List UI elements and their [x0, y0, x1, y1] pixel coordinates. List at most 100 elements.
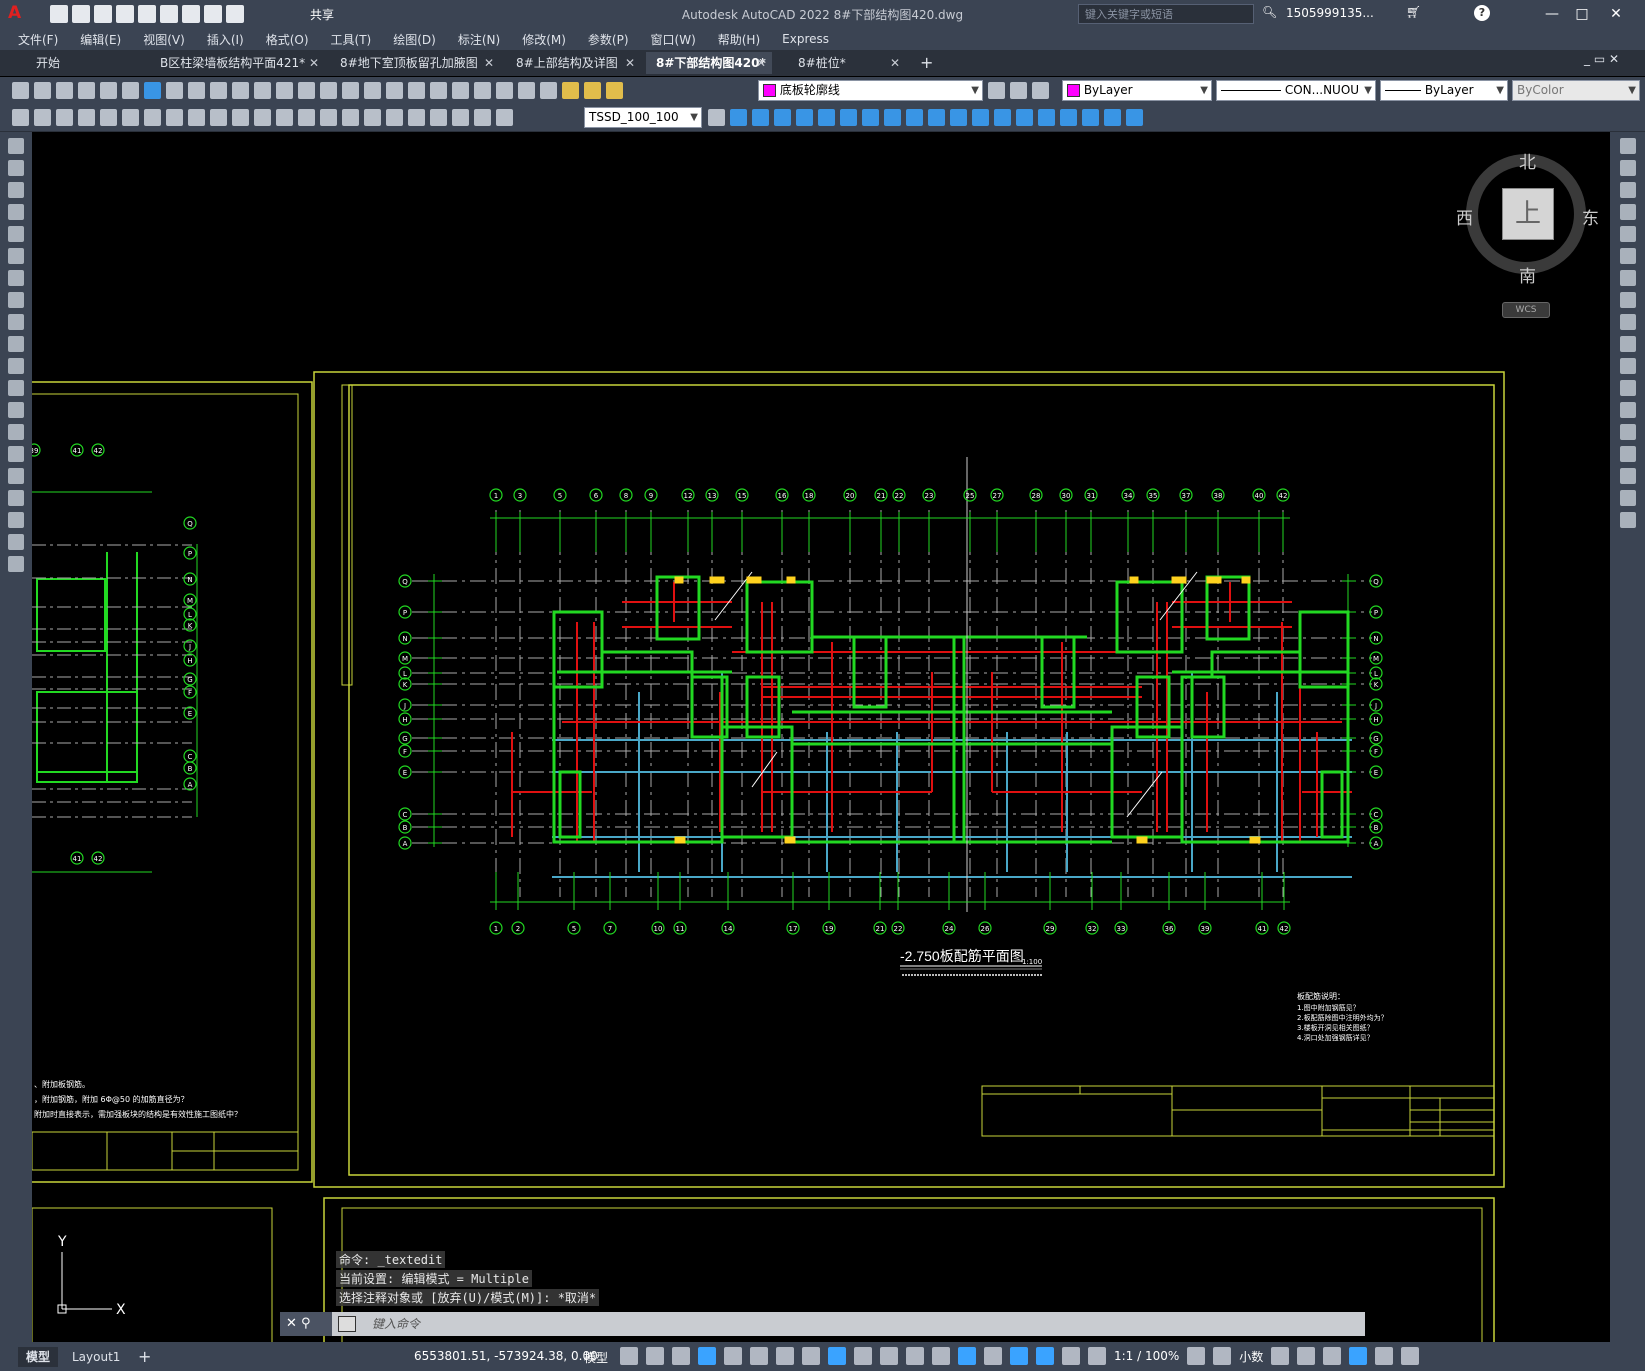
tssd-icon[interactable]: [56, 109, 73, 126]
customization-icon[interactable]: [1401, 1347, 1420, 1365]
match-properties-icon[interactable]: [232, 82, 249, 99]
layer-states-icon[interactable]: [1032, 82, 1049, 99]
workspace-gear-icon[interactable]: [1187, 1347, 1206, 1365]
undo-icon[interactable]: [204, 5, 222, 23]
clean-screen-icon[interactable]: [1375, 1347, 1394, 1365]
sun-icon[interactable]: [584, 82, 601, 99]
tab-basement-roof[interactable]: 8#地下室顶板留孔加腋图 ✕: [330, 52, 500, 74]
explode-icon[interactable]: [1060, 109, 1077, 126]
markup-icon[interactable]: [474, 82, 491, 99]
color-dropdown[interactable]: ByLayer ▼: [1062, 80, 1212, 101]
move-icon[interactable]: [840, 109, 857, 126]
revcloud-icon[interactable]: [8, 292, 24, 308]
hatch-icon[interactable]: [8, 446, 24, 462]
line-icon[interactable]: [8, 138, 24, 154]
menu-file[interactable]: 文件(F): [18, 31, 58, 48]
minimize-icon[interactable]: —: [1540, 4, 1564, 24]
tab-pile-position[interactable]: 8#桩位* ✕: [788, 52, 906, 74]
close-tab-icon[interactable]: ✕: [890, 52, 900, 74]
dim-style-icon[interactable]: [708, 109, 725, 126]
tssd-icon[interactable]: [12, 109, 29, 126]
angular-dim-icon[interactable]: [232, 109, 249, 126]
layer-previous-icon[interactable]: [1010, 82, 1027, 99]
calculator-icon[interactable]: [496, 82, 513, 99]
layer-dropdown[interactable]: 底板轮廓线 ▼: [758, 80, 983, 101]
tab-model[interactable]: 模型: [18, 1347, 59, 1367]
save-icon[interactable]: [56, 82, 73, 99]
redo-icon[interactable]: [226, 5, 244, 23]
chamfer-icon[interactable]: [1016, 109, 1033, 126]
user-account[interactable]: 1505999135...: [1286, 6, 1374, 20]
array-icon[interactable]: [818, 109, 835, 126]
make-current-icon[interactable]: [988, 82, 1005, 99]
annotation-monitor-icon[interactable]: [1213, 1347, 1232, 1365]
menu-edit[interactable]: 编辑(E): [80, 31, 121, 48]
infer-constraints-icon[interactable]: [672, 1347, 690, 1365]
gizmo-icon[interactable]: [1010, 1347, 1028, 1365]
tab-layout1[interactable]: Layout1: [64, 1347, 128, 1367]
scale-icon[interactable]: [884, 109, 901, 126]
selection-cycling-icon[interactable]: [906, 1347, 924, 1365]
transparency-icon[interactable]: [880, 1347, 898, 1365]
menu-view[interactable]: 视图(V): [143, 31, 185, 48]
extend-icon[interactable]: [1620, 358, 1636, 374]
drawing-canvas[interactable]: QPNMLKJHGFECBA 3941424142 、附加板钢筋。 ，附加钢筋，…: [32, 132, 1610, 1342]
design-center-icon[interactable]: [408, 82, 425, 99]
menu-help[interactable]: 帮助(H): [718, 31, 760, 48]
lock-ui-icon[interactable]: [1297, 1347, 1316, 1365]
menu-draw[interactable]: 绘图(D): [393, 31, 436, 48]
ellipse-icon[interactable]: [8, 336, 24, 352]
menu-tools[interactable]: 工具(T): [331, 31, 372, 48]
mirror-icon[interactable]: [1620, 182, 1636, 198]
grid-icon[interactable]: [620, 1347, 638, 1365]
lock-icon[interactable]: [606, 82, 623, 99]
wcs-dropdown[interactable]: WCS: [1502, 302, 1550, 318]
extend-icon[interactable]: [950, 109, 967, 126]
menu-express[interactable]: Express: [782, 32, 829, 46]
help-icon[interactable]: ?: [1474, 5, 1490, 21]
continue-dim-icon[interactable]: [298, 109, 315, 126]
lineweight-icon[interactable]: [854, 1347, 872, 1365]
dimstyle-dropdown[interactable]: TSSD_100_100 ▼: [584, 107, 702, 128]
arc-length-icon[interactable]: [122, 109, 139, 126]
command-prompt-icon[interactable]: [338, 1316, 356, 1332]
diameter-dim-icon[interactable]: [210, 109, 227, 126]
tool-palettes-icon[interactable]: [430, 82, 447, 99]
tssd-icon[interactable]: [34, 109, 51, 126]
blend-curves-icon[interactable]: [1620, 490, 1636, 506]
stretch-icon[interactable]: [1620, 314, 1636, 330]
3d-osnap-icon[interactable]: [932, 1347, 950, 1365]
close-tab-icon[interactable]: ✕: [756, 52, 766, 74]
sheet-set-icon[interactable]: [452, 82, 469, 99]
object-snap-tracking-icon[interactable]: [802, 1347, 820, 1365]
dim-space-icon[interactable]: [320, 109, 337, 126]
zoom-window-icon[interactable]: [342, 82, 359, 99]
array-icon[interactable]: [1620, 226, 1636, 242]
fillet-icon[interactable]: [1038, 109, 1055, 126]
region-icon[interactable]: [8, 490, 24, 506]
help-icon[interactable]: [518, 82, 535, 99]
dim-break-icon[interactable]: [342, 109, 359, 126]
menu-dimension[interactable]: 标注(N): [458, 31, 500, 48]
close-tab-icon[interactable]: ✕: [484, 52, 494, 74]
zoom-realtime-icon[interactable]: [320, 82, 337, 99]
redo-icon[interactable]: [276, 82, 293, 99]
close-tab-icon[interactable]: ✕: [625, 52, 635, 74]
bulb-icon[interactable]: [562, 82, 579, 99]
radius-dim-icon[interactable]: [166, 109, 183, 126]
search-input[interactable]: 键入关键字或短语: [1078, 4, 1254, 24]
new-tab-icon[interactable]: +: [920, 53, 933, 72]
undo-icon[interactable]: [254, 82, 271, 99]
ordinate-dim-icon[interactable]: [144, 109, 161, 126]
rotate-icon[interactable]: [862, 109, 879, 126]
menu-window[interactable]: 窗口(W): [651, 31, 696, 48]
plot-icon[interactable]: [182, 5, 200, 23]
dynamic-input-icon[interactable]: [698, 1347, 716, 1365]
rotate-icon[interactable]: [1620, 270, 1636, 286]
break-icon[interactable]: [972, 109, 989, 126]
menu-format[interactable]: 格式(O): [266, 31, 309, 48]
3d-publish-icon[interactable]: [144, 82, 161, 99]
circle-icon[interactable]: [8, 270, 24, 286]
tab-b-zone-plan[interactable]: B区柱梁墙板结构平面421* ✕: [150, 52, 325, 74]
cut-icon[interactable]: [166, 82, 183, 99]
